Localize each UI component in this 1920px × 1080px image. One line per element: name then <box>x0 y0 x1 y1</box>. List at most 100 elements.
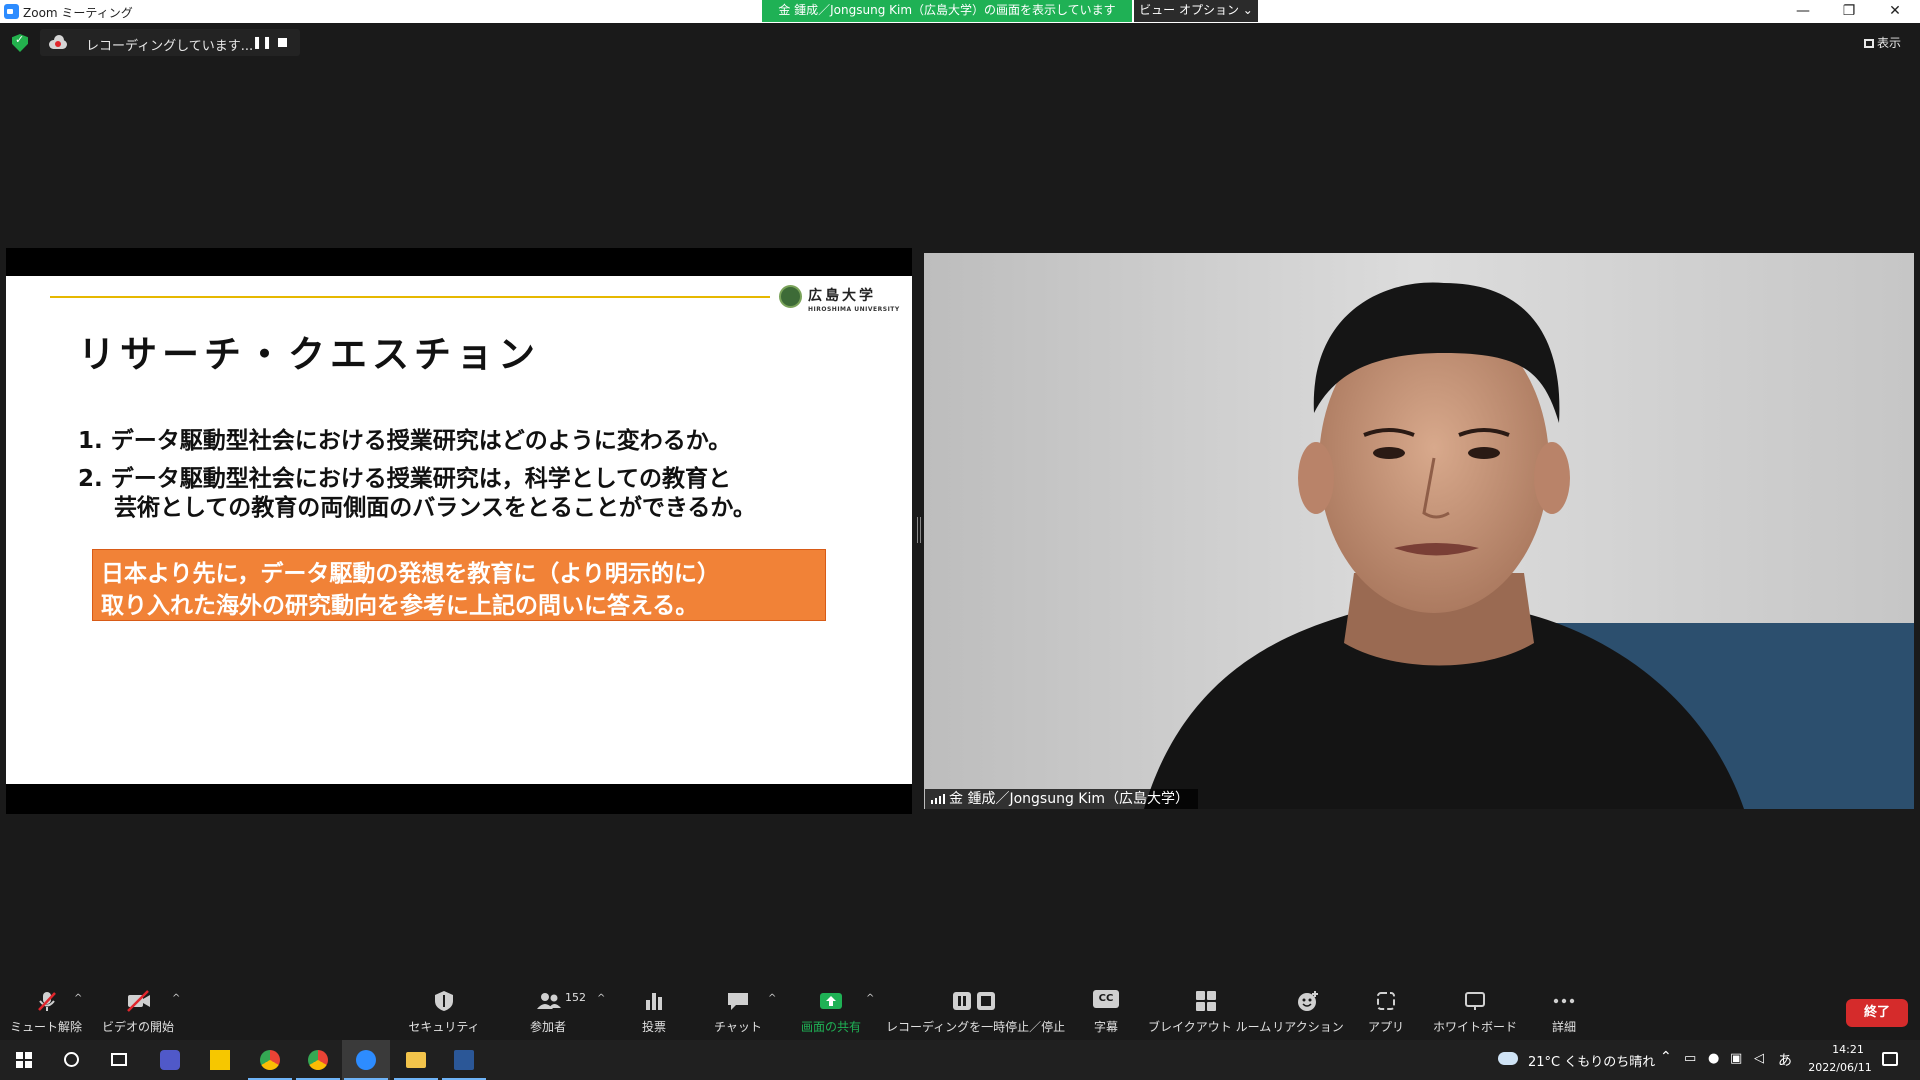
video-off-icon <box>127 990 150 1012</box>
university-logo-jp: 広島大学 <box>808 288 876 304</box>
security-button[interactable]: セキュリティ <box>404 983 484 1040</box>
breakout-rooms-button[interactable]: ブレイクアウト ルーム <box>1148 983 1271 1040</box>
whiteboard-label: ホワイトボード <box>1432 1020 1517 1034</box>
breakout-rooms-icon <box>1196 991 1216 1011</box>
apps-button[interactable]: アプリ <box>1356 983 1416 1040</box>
encryption-shield-icon[interactable] <box>12 34 28 52</box>
word-icon <box>454 1050 474 1070</box>
share-screen-button[interactable]: 画面の共有 <box>796 983 866 1040</box>
chrome-app-1[interactable] <box>246 1040 294 1080</box>
cloud-recording-icon <box>49 35 67 49</box>
minimize-button[interactable]: — <box>1780 0 1826 23</box>
view-toggle-button[interactable]: 表示 <box>1864 34 1901 51</box>
participant-video-tile[interactable] <box>924 253 1914 809</box>
search-button[interactable] <box>48 1040 96 1080</box>
file-explorer-app[interactable] <box>392 1040 440 1080</box>
recording-pause-stop-label: レコーディングを一時停止／停止 <box>886 1020 1066 1034</box>
participant-video-image <box>924 253 1914 809</box>
tray-overflow-icon[interactable]: ⌃ <box>1660 1049 1672 1065</box>
title-bar: Zoom ミーティング 金 鍾成／Jongsung Kim（広島大学）の画面を表… <box>0 0 1920 23</box>
end-meeting-button[interactable]: 終了 <box>1846 999 1908 1027</box>
recording-pause-icon[interactable]: ❚❚ <box>252 35 272 49</box>
participants-icon <box>537 993 561 1009</box>
connection-signal-icon <box>931 794 945 804</box>
chrome-icon <box>260 1050 280 1070</box>
start-button[interactable] <box>0 1040 48 1080</box>
whiteboard-icon <box>1465 992 1485 1010</box>
chat-button[interactable]: チャット <box>708 983 768 1040</box>
recording-pause-stop-button[interactable]: レコーディングを一時停止／停止 <box>886 983 1066 1040</box>
poll-button[interactable]: 投票 <box>624 983 684 1040</box>
participants-options-caret[interactable]: ^ <box>597 993 605 1004</box>
volume-icon[interactable]: ◁ <box>1754 1051 1764 1066</box>
recording-status-text: レコーディングしています... <box>86 39 254 54</box>
start-video-label: ビデオの開始 <box>101 1020 174 1034</box>
poll-label: 投票 <box>641 1020 666 1034</box>
university-logo-en: HIROSHIMA UNIVERSITY <box>808 306 900 313</box>
share-options-caret[interactable]: ^ <box>866 993 874 1004</box>
teams-app[interactable] <box>146 1040 194 1080</box>
research-question-1: 1. データ駆動型社会における授業研究はどのように変わるか。 <box>78 428 732 454</box>
display-icon[interactable]: ▣ <box>1730 1051 1742 1066</box>
start-video-button[interactable]: ビデオの開始 <box>96 983 180 1040</box>
task-view-button[interactable] <box>96 1040 144 1080</box>
chat-bubble-icon <box>728 993 748 1010</box>
windows-logo-icon <box>16 1052 32 1068</box>
more-button[interactable]: 詳細 <box>1534 983 1594 1040</box>
view-toggle-label: 表示 <box>1877 36 1902 50</box>
teams-icon <box>160 1050 180 1070</box>
video-options-caret[interactable]: ^ <box>172 993 180 1004</box>
zoom-meeting-window: Zoom ミーティング 金 鍾成／Jongsung Kim（広島大学）の画面を表… <box>0 0 1920 1080</box>
whiteboard-button[interactable]: ホワイトボード <box>1432 983 1518 1040</box>
sticky-notes-icon <box>210 1050 230 1070</box>
closed-captions-icon: CC <box>1093 990 1119 1008</box>
presentation-slide: 広島大学 HIROSHIMA UNIVERSITY リサーチ・クエスチョン 1.… <box>6 276 912 784</box>
ime-indicator[interactable]: あ <box>1778 1050 1792 1070</box>
network-icon[interactable]: ▭ <box>1684 1051 1696 1066</box>
reactions-label: リアクション <box>1272 1020 1344 1034</box>
weather-cloud-icon <box>1498 1052 1518 1065</box>
recording-stop-icon[interactable] <box>278 38 287 47</box>
participants-count: 152 <box>565 991 586 1004</box>
captions-button[interactable]: CC 字幕 <box>1076 983 1136 1040</box>
close-button[interactable]: ✕ <box>1872 0 1918 23</box>
audio-options-caret[interactable]: ^ <box>74 993 82 1004</box>
grid-view-icon <box>1864 39 1874 48</box>
chat-label: チャット <box>714 1020 762 1034</box>
microphone-icon[interactable]: ● <box>1708 1051 1719 1066</box>
recording-indicator: レコーディングしています... ❚❚ <box>40 29 300 56</box>
task-view-icon <box>111 1053 127 1066</box>
chrome-profile-icon <box>308 1050 328 1070</box>
shared-screen: 広島大学 HIROSHIMA UNIVERSITY リサーチ・クエスチョン 1.… <box>6 248 912 814</box>
poll-chart-icon <box>646 993 662 1010</box>
restore-button[interactable]: ❐ <box>1826 0 1872 23</box>
view-options-button[interactable]: ビュー オプション ⌄ <box>1134 0 1258 22</box>
folder-icon <box>406 1052 426 1068</box>
participant-name: 金 鍾成／Jongsung Kim（広島大学） <box>949 791 1189 807</box>
clock-time[interactable]: 14:21 <box>1818 1043 1878 1056</box>
split-view-resize-handle[interactable] <box>917 517 921 543</box>
reactions-smiley-icon <box>1298 991 1318 1011</box>
search-circle-icon <box>64 1052 79 1067</box>
sticky-notes-app[interactable] <box>196 1040 244 1080</box>
clock-date[interactable]: 2022/06/11 <box>1800 1061 1880 1074</box>
windows-taskbar: 21°C くもりのち晴れ ⌃ ▭ ● ▣ ◁ あ 14:21 2022/06/1… <box>0 1040 1920 1080</box>
chrome-app-2[interactable] <box>294 1040 342 1080</box>
screen-share-banner: 金 鍾成／Jongsung Kim（広島大学）の画面を表示しています <box>762 0 1132 22</box>
highlight-line-2: 取り入れた海外の研究動向を参考に上記の問いに答える。 <box>101 593 699 619</box>
notification-center-icon[interactable] <box>1882 1052 1898 1066</box>
unmute-button[interactable]: ミュート解除 <box>6 983 86 1040</box>
slide-header-line <box>50 296 770 298</box>
zoom-app[interactable] <box>342 1040 390 1080</box>
meeting-toolbar: ミュート解除 ^ ビデオの開始 ^ セキュリティ 152 参加者 ^ 投票 チャ… <box>0 983 1920 1040</box>
share-screen-icon <box>820 993 842 1009</box>
highlight-box: 日本より先に，データ駆動の発想を教育に（より明示的に） 取り入れた海外の研究動向… <box>92 549 826 621</box>
highlight-line-1: 日本より先に，データ駆動の発想を教育に（より明示的に） <box>101 561 720 587</box>
participants-button[interactable]: 152 参加者 <box>508 983 588 1040</box>
reactions-button[interactable]: リアクション <box>1268 983 1348 1040</box>
weather-text[interactable]: 21°C くもりのち晴れ <box>1528 1051 1655 1070</box>
word-app[interactable] <box>440 1040 488 1080</box>
more-label: 詳細 <box>1551 1020 1576 1034</box>
unmute-label: ミュート解除 <box>9 1020 82 1034</box>
chat-options-caret[interactable]: ^ <box>768 993 776 1004</box>
